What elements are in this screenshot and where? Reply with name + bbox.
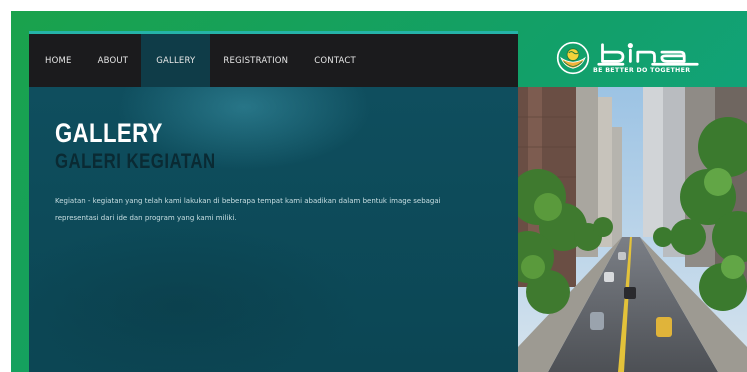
top-navigation-bar: HOME ABOUT GALLERY REGISTRATION CONTACT xyxy=(29,31,518,87)
main-nav: HOME ABOUT GALLERY REGISTRATION CONTACT xyxy=(29,34,518,87)
page-frame: HOME ABOUT GALLERY REGISTRATION CONTACT xyxy=(11,11,747,372)
page-title: GALLERY xyxy=(55,118,163,148)
hands-globe-icon xyxy=(556,41,590,75)
nav-item-gallery[interactable]: GALLERY xyxy=(141,34,211,87)
nav-item-about[interactable]: ABOUT xyxy=(85,34,142,87)
bina-wordmark xyxy=(597,43,699,66)
nav-item-registration[interactable]: REGISTRATION xyxy=(210,34,301,87)
city-street-image xyxy=(518,87,747,372)
gallery-hero: GALLERY GALERI KEGIATAN Kegiatan - kegia… xyxy=(29,87,518,372)
brand-tagline: BE BETTER DO TOGETHER xyxy=(593,67,691,75)
gallery-description: Kegiatan - kegiatan yang telah kami laku… xyxy=(55,197,441,222)
city-street-photo xyxy=(518,87,747,372)
nav-item-contact[interactable]: CONTACT xyxy=(301,34,369,87)
page-subtitle: GALERI KEGIATAN xyxy=(55,150,216,173)
brand-text: BE BETTER DO TOGETHER xyxy=(593,41,703,74)
brand-logo[interactable]: BE BETTER DO TOGETHER xyxy=(556,35,706,81)
nav-item-home[interactable]: HOME xyxy=(32,34,85,87)
